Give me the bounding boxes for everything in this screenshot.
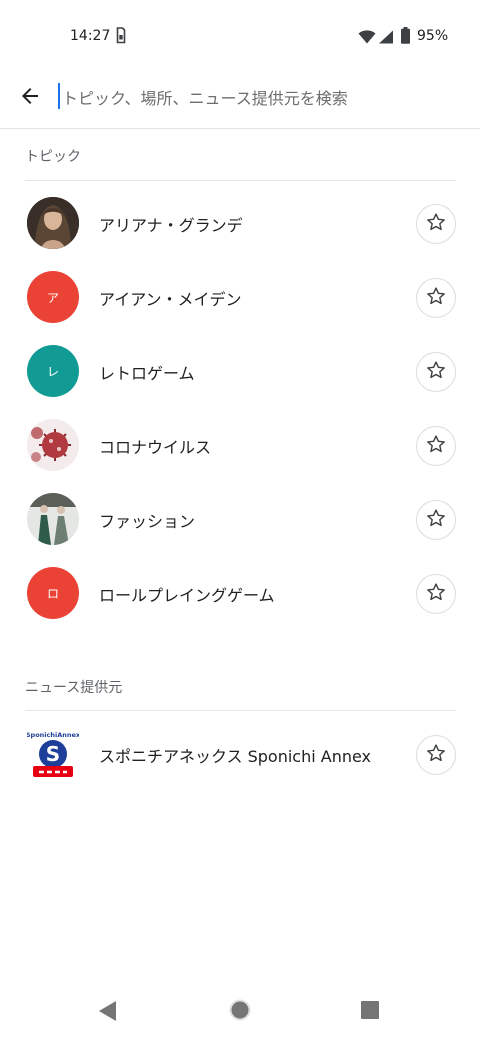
topic-avatar-photo xyxy=(27,197,79,249)
battery-percentage: 95% xyxy=(417,28,449,44)
topic-avatar-letter: ロ xyxy=(27,567,79,619)
status-bar: 14:27 95% xyxy=(0,0,480,72)
topic-item-ariana-grande[interactable]: アリアナ・グランデ xyxy=(0,186,480,260)
topic-item-iron-maiden[interactable]: ア アイアン・メイデン xyxy=(0,260,480,334)
arrow-back-icon xyxy=(18,84,42,112)
topic-label: ファッション xyxy=(99,512,196,531)
follow-star-button[interactable] xyxy=(416,574,456,614)
follow-star-button[interactable] xyxy=(416,735,456,775)
sources-section-header: ニュース提供元 xyxy=(25,680,123,696)
star-outline-icon xyxy=(426,212,446,236)
topic-avatar-letter: ア xyxy=(27,271,79,323)
search-header xyxy=(0,72,480,129)
svg-text:S: S xyxy=(46,742,60,766)
topic-avatar-photo xyxy=(27,493,79,545)
signal-icon xyxy=(378,29,394,48)
nav-recents-button[interactable] xyxy=(361,1001,379,1023)
topic-label: アイアン・メイデン xyxy=(99,290,242,309)
sim-card-icon xyxy=(116,27,126,48)
avatar-letter: ア xyxy=(46,290,59,305)
topic-item-fashion[interactable]: ファッション xyxy=(0,482,480,556)
wifi-icon xyxy=(358,29,376,48)
topics-list: アリアナ・グランデ ア アイアン・メイデン レ レトロゲーム コロナウイルス フ… xyxy=(0,186,480,630)
topic-item-rpg[interactable]: ロ ロールプレイングゲーム xyxy=(0,556,480,630)
avatar-letter: レ xyxy=(46,364,59,379)
topic-item-coronavirus[interactable]: コロナウイルス xyxy=(0,408,480,482)
nav-back-button[interactable] xyxy=(98,1000,118,1026)
follow-star-button[interactable] xyxy=(416,426,456,466)
follow-star-button[interactable] xyxy=(416,278,456,318)
nav-recents-square-icon xyxy=(361,1001,379,1023)
nav-back-triangle-icon xyxy=(98,1001,118,1026)
sponichi-logo-wordmark: SponichiAnnex xyxy=(27,731,79,739)
search-input[interactable] xyxy=(58,82,458,114)
star-outline-icon xyxy=(426,286,446,310)
topic-item-retro-game[interactable]: レ レトロゲーム xyxy=(0,334,480,408)
nav-home-button[interactable] xyxy=(229,999,251,1025)
follow-star-button[interactable] xyxy=(416,352,456,392)
star-outline-icon xyxy=(426,508,446,532)
topic-avatar-photo xyxy=(27,419,79,471)
star-outline-icon xyxy=(426,743,446,767)
star-outline-icon xyxy=(426,582,446,606)
system-nav-bar xyxy=(0,980,480,1040)
text-cursor xyxy=(58,83,60,109)
source-label: スポニチアネックス Sponichi Annex xyxy=(99,747,372,766)
screen: 14:27 95% トピック、場所、ニュース提供元を検索 トピック アリアナ・グ… xyxy=(0,0,480,1040)
sponichi-logo: SponichiAnnex S xyxy=(27,728,79,780)
nav-home-circle-icon xyxy=(229,999,251,1025)
topics-divider xyxy=(25,180,456,181)
follow-star-button[interactable] xyxy=(416,500,456,540)
topic-avatar-letter: レ xyxy=(27,345,79,397)
topic-label: コロナウイルス xyxy=(99,438,212,457)
back-button[interactable] xyxy=(12,80,48,116)
follow-star-button[interactable] xyxy=(416,204,456,244)
sources-list: SponichiAnnex S スポニチアネックス Sponichi Annex xyxy=(0,717,480,791)
status-time: 14:27 xyxy=(70,28,111,44)
topic-label: ロールプレイングゲーム xyxy=(99,586,275,605)
topic-label: レトロゲーム xyxy=(99,364,195,383)
topic-label: アリアナ・グランデ xyxy=(99,216,243,235)
source-item-sponichi[interactable]: SponichiAnnex S スポニチアネックス Sponichi Annex xyxy=(0,717,480,791)
avatar-letter: ロ xyxy=(46,586,59,601)
topics-section-header: トピック xyxy=(25,149,81,165)
sources-divider xyxy=(25,710,456,711)
star-outline-icon xyxy=(426,360,446,384)
battery-icon xyxy=(400,27,411,48)
star-outline-icon xyxy=(426,434,446,458)
